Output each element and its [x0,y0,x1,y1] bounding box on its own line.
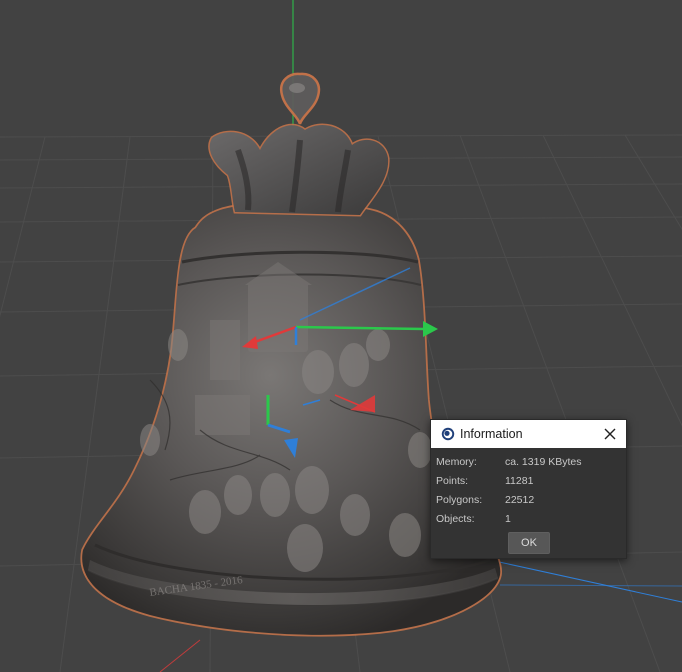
info-row-points: Points: 11281 [436,474,621,493]
info-row-objects: Objects: 1 [436,512,621,531]
info-label: Points: [436,475,469,487]
bell-crown [208,72,390,217]
dialog-title: Information [460,427,523,441]
viewport-scene: BACHA 1835 - 2016 [0,0,682,672]
3d-viewport[interactable]: BACHA 1835 - 2016 Information Memory: ca… [0,0,682,672]
info-value: 11281 [505,475,534,487]
info-rows: Memory: ca. 1319 KBytes Points: 11281 Po… [436,455,621,531]
info-label: Memory: [436,456,477,468]
info-value: ca. 1319 KBytes [505,456,582,468]
info-value: 1 [505,513,511,525]
info-row-polygons: Polygons: 22512 [436,493,621,512]
close-button[interactable] [600,424,620,444]
dialog-titlebar[interactable]: Information [431,420,626,448]
info-label: Objects: [436,513,475,525]
world-z-axis [499,584,682,587]
info-row-memory: Memory: ca. 1319 KBytes [436,455,621,474]
info-value: 22512 [505,494,535,506]
world-x-axis [489,559,682,603]
cinema4d-app-icon [441,427,455,441]
info-label: Polygons: [436,494,483,506]
close-icon [604,428,616,440]
ok-button[interactable]: OK [508,532,550,554]
information-dialog: Information Memory: ca. 1319 KBytes Poin… [430,419,627,559]
